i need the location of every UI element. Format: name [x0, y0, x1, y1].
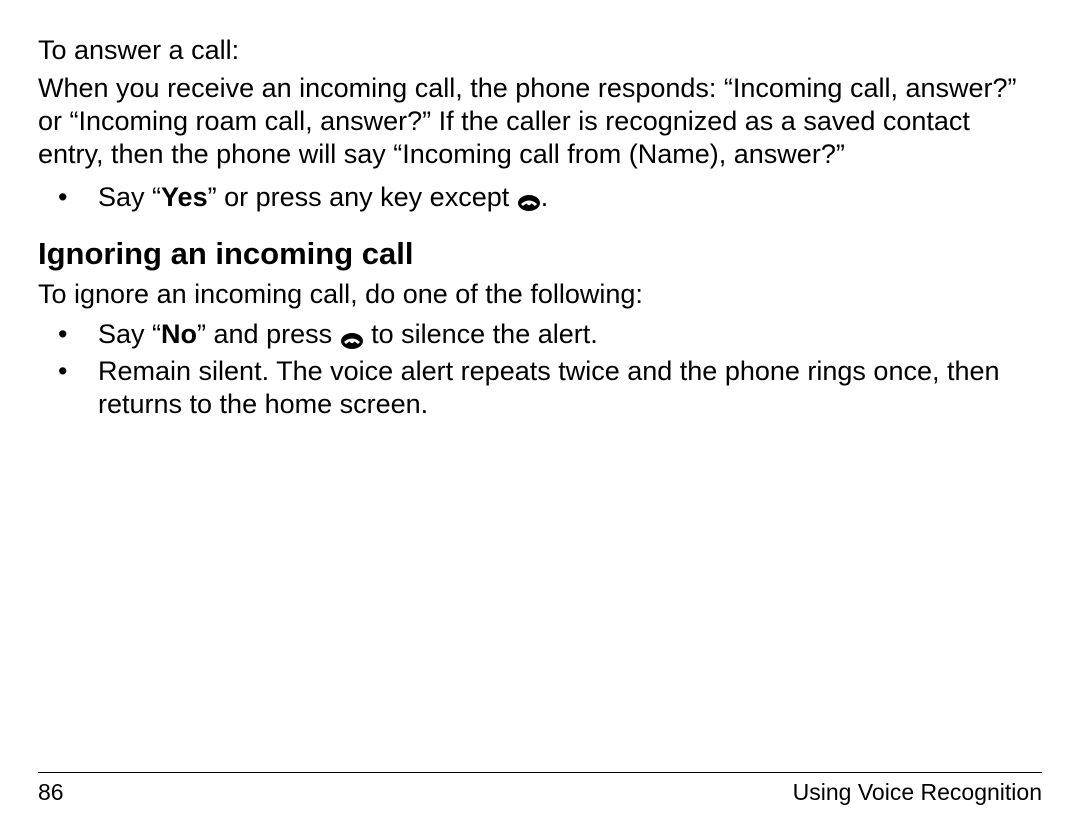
end-call-key-icon	[340, 325, 364, 343]
text-fragment: ” or press any key except	[208, 182, 517, 212]
page-content: To answer a call: When you receive an in…	[38, 34, 1042, 421]
end-call-key-icon	[517, 187, 541, 205]
ignore-bullet-1: Say “No” and press to silence the alert.	[38, 318, 1042, 351]
answer-bullet-1: Say “Yes” or press any key except .	[38, 181, 1042, 214]
ignore-heading: Ignoring an incoming call	[38, 236, 1042, 272]
footer-divider	[38, 772, 1042, 773]
yes-word: Yes	[161, 182, 208, 212]
text-fragment: to silence the alert.	[364, 319, 598, 349]
ignore-intro: To ignore an incoming call, do one of th…	[38, 278, 1042, 311]
text-fragment: Say “	[98, 182, 161, 212]
answer-paragraph: When you receive an incoming call, the p…	[38, 72, 1042, 171]
no-word: No	[161, 319, 197, 349]
ignore-bullet-2: Remain silent. The voice alert repeats t…	[38, 355, 1042, 421]
text-fragment: Say “	[98, 319, 161, 349]
section-title: Using Voice Recognition	[793, 779, 1042, 806]
text-fragment: ” and press	[197, 319, 340, 349]
ignore-bullet-list: Say “No” and press to silence the alert.…	[38, 318, 1042, 421]
page-footer: 86 Using Voice Recognition	[38, 772, 1042, 806]
text-fragment: .	[541, 182, 549, 212]
footer-row: 86 Using Voice Recognition	[38, 779, 1042, 806]
page-number: 86	[38, 779, 64, 806]
answer-intro: To answer a call:	[38, 34, 1042, 68]
answer-bullet-list: Say “Yes” or press any key except .	[38, 181, 1042, 214]
